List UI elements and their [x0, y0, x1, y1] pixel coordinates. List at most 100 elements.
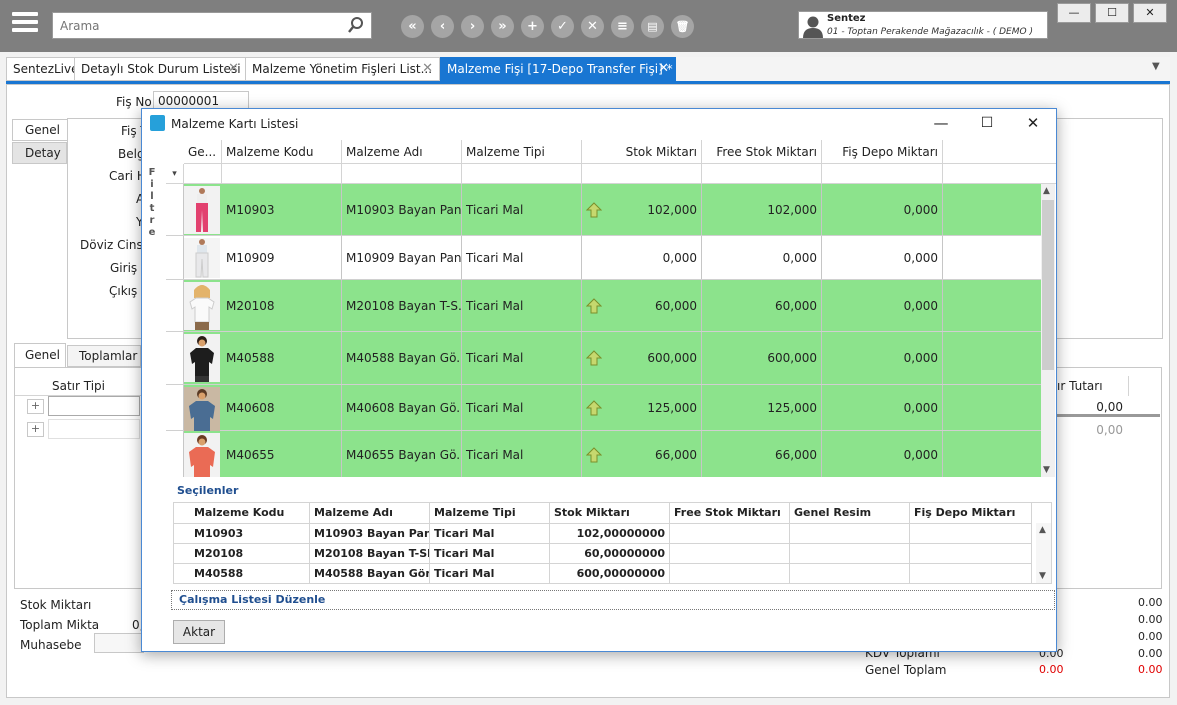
selected-column-header[interactable]: Malzeme Kodu [190, 503, 310, 523]
stock-up-arrow-icon [582, 184, 612, 235]
side-tab-genel[interactable]: Genel [12, 119, 67, 141]
search-box[interactable] [52, 12, 372, 39]
malzeme-adi-cell: M10909 Bayan Pan... [342, 236, 462, 279]
tab-label: Detaylı Stok Durum Listesi [81, 62, 241, 76]
expand-row-icon[interactable]: + [27, 399, 44, 414]
edit-worklist-link[interactable]: Çalışma Listesi Düzenle [171, 590, 1055, 610]
close-tab-icon[interactable]: ✕ [422, 58, 433, 80]
material-row[interactable]: M40608 M40608 Bayan Gö... Ticari Mal 125… [166, 385, 1041, 431]
cancel-button[interactable]: ✕ [581, 15, 604, 38]
search-input[interactable] [53, 13, 333, 38]
dialog-minimize-icon[interactable]: — [928, 112, 954, 134]
bottom-tab-toplamlar[interactable]: Toplamlar [67, 345, 141, 367]
total-value: 0.00 [1138, 596, 1163, 609]
tutar-cell[interactable]: 0,00 [1057, 420, 1160, 440]
material-row[interactable]: M20108 M20108 Bayan T-S... Ticari Mal 60… [166, 280, 1041, 332]
satir-tipi-cell[interactable] [48, 396, 140, 416]
user-info[interactable]: Sentez 01 - Toptan Perakende Mağazacılık… [798, 11, 1048, 39]
maximize-button[interactable]: ☐ [1095, 3, 1129, 23]
scroll-up-icon[interactable]: ▲ [1043, 186, 1050, 196]
column-header-malzeme-kodu[interactable]: Malzeme Kodu [222, 140, 342, 164]
list-button[interactable]: ≡ [611, 15, 634, 38]
material-row[interactable]: M10903 M10903 Bayan Pan... Ticari Mal 10… [166, 184, 1041, 236]
confirm-button[interactable]: ✓ [551, 15, 574, 38]
column-header-free-stok-miktari[interactable]: Free Stok Miktarı [702, 140, 822, 164]
tab-label: Malzeme Fişi [17-Depo Transfer Fişi] * [447, 62, 673, 76]
tutar-cell[interactable]: 0,00 [1057, 396, 1160, 417]
selected-row[interactable]: M10903 M10903 Bayan Pant... Ticari Mal 1… [174, 523, 1032, 543]
user-name: Sentez [827, 13, 866, 24]
satir-tipi-cell[interactable] [48, 419, 140, 439]
scroll-down-icon[interactable]: ▼ [1043, 465, 1050, 475]
selected-column-header[interactable]: Fiş Depo Miktarı [910, 503, 1032, 523]
material-row[interactable]: M40588 M40588 Bayan Gö... Ticari Mal 600… [166, 332, 1041, 385]
selected-column-header[interactable]: Genel Resim [790, 503, 910, 523]
search-icon[interactable] [347, 16, 365, 34]
filter-icon[interactable]: ▾ [166, 164, 184, 184]
dialog-close-icon[interactable]: ✕ [1020, 112, 1046, 134]
tab-malzeme-fisi[interactable]: Malzeme Fişi [17-Depo Transfer Fişi] * ✕ [440, 57, 676, 81]
print-button[interactable]: ▤ [641, 15, 664, 38]
material-row[interactable]: M40655 M40655 Bayan Gö... Ticari Mal 66,… [166, 431, 1041, 477]
selected-scrollbar[interactable]: ▲ ▼ [1036, 523, 1051, 583]
bottom-tab-genel[interactable]: Genel [14, 343, 66, 367]
fis-depo-cell: 0,000 [822, 431, 943, 477]
filter-cell[interactable] [184, 164, 222, 184]
close-button[interactable]: ✕ [1133, 3, 1167, 23]
selected-row[interactable]: M40588 M40588 Bayan Göm... Ticari Mal 60… [174, 563, 1032, 583]
dialog-title: Malzeme Kartı Listesi [171, 117, 299, 131]
tab-malzeme-yonetim[interactable]: Malzeme Yönetim Fişleri List... ✕ [245, 57, 440, 81]
filter-cell[interactable] [702, 164, 822, 184]
tab-sentezlive[interactable]: SentezLive [6, 57, 79, 81]
selected-column-header[interactable]: Malzeme Adı [310, 503, 430, 523]
column-header-malzeme-adi[interactable]: Malzeme Adı [342, 140, 462, 164]
selected-column-header[interactable]: Malzeme Tipi [430, 503, 550, 523]
column-header-fis-depo-miktari[interactable]: Fiş Depo Miktarı [822, 140, 943, 164]
product-thumbnail-shirt-icon [184, 334, 220, 382]
filter-cell[interactable] [822, 164, 943, 184]
stok-miktari-cell: 0,000 [612, 236, 702, 279]
filter-label-letter: t [149, 203, 157, 214]
close-tab-icon[interactable]: ✕ [658, 58, 669, 80]
selected-column-header[interactable]: Stok Miktarı [550, 503, 670, 523]
muhasebe-field[interactable] [94, 633, 144, 653]
filter-cell[interactable] [342, 164, 462, 184]
tab-stok-durum[interactable]: Detaylı Stok Durum Listesi ✕ [74, 57, 246, 81]
selected-column-header[interactable]: Free Stok Miktarı [670, 503, 790, 523]
material-grid-header: Ge... Malzeme Kodu Malzeme Adı Malzeme T… [184, 140, 1056, 164]
hamburger-menu-icon[interactable] [12, 12, 38, 36]
dialog-maximize-icon[interactable]: ☐ [974, 112, 1000, 134]
filter-cell[interactable] [222, 164, 342, 184]
material-row[interactable]: M10909 M10909 Bayan Pan... Ticari Mal 0,… [166, 236, 1041, 280]
scrollbar-thumb[interactable] [1042, 200, 1054, 370]
column-header-genel-resim[interactable]: Ge... [184, 140, 222, 164]
filter-panel-toggle[interactable]: Filtre [146, 167, 160, 239]
last-record-button[interactable]: » [491, 15, 514, 38]
minimize-button[interactable]: — [1057, 3, 1091, 23]
tutar-value: 0,00 [1096, 400, 1123, 414]
expand-row-icon[interactable]: + [27, 422, 44, 437]
product-thumbnail-pants-icon [184, 186, 220, 234]
add-button[interactable]: + [521, 15, 544, 38]
delete-button[interactable]: 🗑 [671, 15, 694, 38]
transfer-button[interactable]: Aktar [173, 620, 225, 644]
column-header-malzeme-tipi[interactable]: Malzeme Tipi [462, 140, 582, 164]
tab-list-chevron-down-icon[interactable]: ▼ [1152, 61, 1160, 72]
next-record-button[interactable]: › [461, 15, 484, 38]
grid-vertical-scrollbar[interactable]: ▲ ▼ [1041, 184, 1055, 477]
scroll-up-icon[interactable]: ▲ [1039, 525, 1046, 535]
first-record-button[interactable]: « [401, 15, 424, 38]
selected-row[interactable]: M20108 M20108 Bayan T-Sh... Ticari Mal 6… [174, 543, 1032, 563]
filter-cell[interactable] [462, 164, 582, 184]
close-tab-icon[interactable]: ✕ [228, 58, 239, 80]
side-tab-detay[interactable]: Detay [12, 142, 67, 164]
column-header-stok-miktari[interactable]: Stok Miktarı [582, 140, 702, 164]
filter-cell[interactable] [582, 164, 702, 184]
previous-record-button[interactable]: ‹ [431, 15, 454, 38]
top-bar: « ‹ › » + ✓ ✕ ≡ ▤ 🗑 Sentez 01 - Toptan P… [0, 0, 1177, 52]
scroll-down-icon[interactable]: ▼ [1039, 571, 1046, 581]
stock-up-arrow-icon [582, 385, 612, 430]
dialog-app-icon [150, 115, 165, 131]
malzeme-kodu-cell: M10903 [222, 184, 342, 235]
selected-type: Ticari Mal [430, 544, 550, 563]
